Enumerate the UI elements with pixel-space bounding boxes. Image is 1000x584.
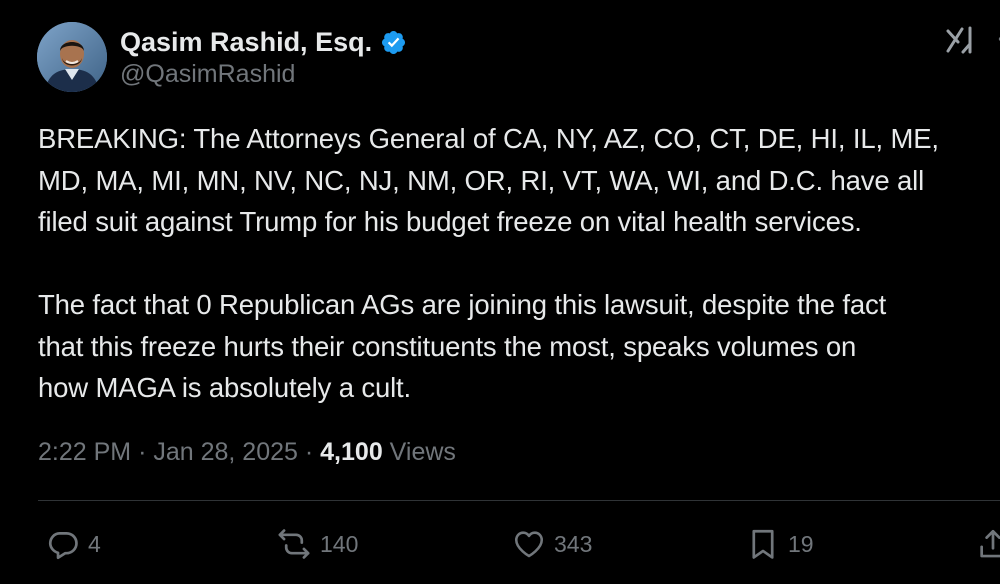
avatar[interactable] xyxy=(37,22,107,92)
grok-icon[interactable] xyxy=(944,24,976,56)
tweet-time[interactable]: 2:22 PM xyxy=(38,438,131,466)
repost-count: 140 xyxy=(320,530,359,557)
bookmark-count: 19 xyxy=(788,530,814,557)
divider xyxy=(38,500,1000,501)
reply-button[interactable]: 4 xyxy=(46,522,101,566)
like-count: 343 xyxy=(554,530,593,557)
bookmark-icon xyxy=(752,529,774,559)
author-handle[interactable]: @QasimRashid xyxy=(120,60,295,89)
bookmark-button[interactable]: 19 xyxy=(746,522,814,566)
views-label: Views xyxy=(389,438,456,466)
tweet-text: BREAKING: The Attorneys General of CA, N… xyxy=(38,118,1000,409)
tweet-paragraph-2: The fact that 0 Republican AGs are joini… xyxy=(38,289,887,403)
action-bar: 4 140 343 19 xyxy=(0,522,1000,566)
tweet-metadata: 2:22 PM · Jan 28, 2025 · 4,100 Views xyxy=(38,438,456,467)
share-button[interactable] xyxy=(976,522,1000,566)
tweet-paragraph-1: BREAKING: The Attorneys General of CA, N… xyxy=(38,123,939,237)
more-icon[interactable] xyxy=(992,22,1000,56)
repost-icon xyxy=(278,529,310,559)
author-name-row: Qasim Rashid, Esq. xyxy=(120,26,407,58)
tweet-date[interactable]: Jan 28, 2025 xyxy=(153,438,298,466)
bottom-edge xyxy=(0,578,1000,584)
meta-separator: · xyxy=(138,438,147,466)
share-icon xyxy=(980,529,1000,558)
reply-count: 4 xyxy=(88,530,101,557)
meta-separator: · xyxy=(304,438,314,466)
repost-button[interactable]: 140 xyxy=(276,522,358,566)
verified-badge-icon[interactable] xyxy=(380,29,407,56)
like-icon xyxy=(514,531,544,558)
like-button[interactable]: 343 xyxy=(512,522,592,566)
views-count[interactable]: 4,100 xyxy=(320,438,383,466)
tweet: Qasim Rashid, Esq. @QasimRashid BREAKING… xyxy=(0,0,1000,584)
reply-icon xyxy=(48,532,78,560)
display-name[interactable]: Qasim Rashid, Esq. xyxy=(120,27,372,58)
